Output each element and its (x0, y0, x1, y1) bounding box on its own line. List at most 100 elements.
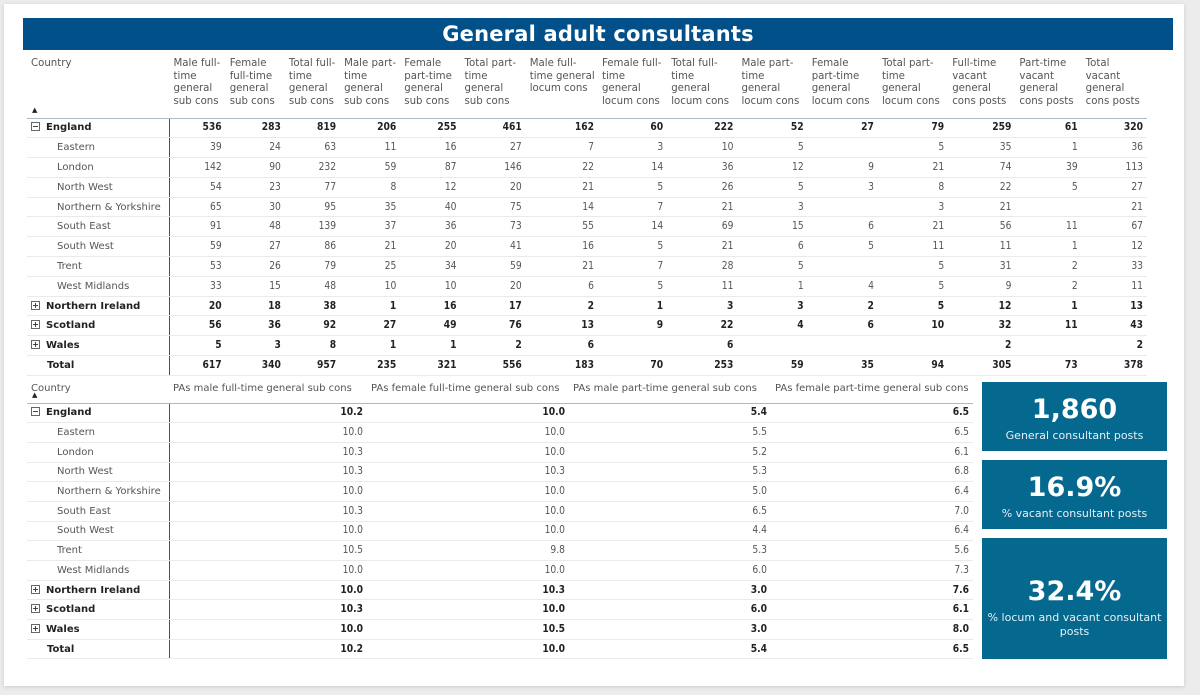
table-row-trent: Trent 53 26 79 25 34 59 21 7 28 5 5 31 2 33 (27, 256, 1147, 277)
column-header-female-part-time-general-sub-cons[interactable]: Female part-time general sub cons (400, 56, 461, 119)
cell-value: 3 (807, 177, 878, 198)
cell-value: 27 (1081, 177, 1147, 198)
column-header-female-full-time-general-locum-cons[interactable]: Female full-time general locum cons (597, 56, 668, 119)
column-header-male-full-time-general-sub-cons[interactable]: Male full-time general sub cons (169, 56, 226, 119)
column-header-total-part-time-general-locum-cons[interactable]: Total part-time general locum cons (877, 56, 949, 119)
cell-value: 4 (737, 315, 808, 337)
column-header-male-part-time-general-locum-cons[interactable]: Male part-time general locum cons (737, 56, 808, 119)
column-header-country[interactable]: Country (27, 56, 170, 119)
table-row-eastern: Eastern 39 24 63 11 16 27 7 3 10 5 5 35 1 36 (27, 137, 1147, 159)
expand-icon[interactable] (31, 320, 40, 330)
cell-value: 321 (400, 355, 461, 376)
column-header-total-full-time-general-sub-cons[interactable]: Total full-time general sub cons (284, 56, 341, 119)
row-header: South East (27, 501, 170, 522)
column-header-pas-male-full-time-general-sub-cons[interactable]: PAs male full-time general sub cons (169, 381, 367, 404)
cell-value: 283 (225, 118, 285, 139)
row-label: North West (57, 466, 113, 478)
cell-value: 5 (597, 236, 668, 258)
column-header-part-time-vacant-general-cons-posts[interactable]: Part-time vacant general cons posts (1015, 56, 1082, 119)
kpi-value: 16.9% (1027, 472, 1122, 503)
cell-value: 41 (460, 236, 526, 258)
cell-value: 59 (169, 236, 226, 258)
column-header-total-full-time-general-locum-cons[interactable]: Total full-time general locum cons (667, 56, 738, 119)
cell-value: 556 (460, 355, 526, 376)
cell-value: 536 (169, 118, 226, 139)
cell-value: 6.8 (771, 462, 973, 483)
table-row-england: England 536 283 819 206 255 461 162 60 222 52 27 79 2… (27, 118, 1147, 139)
column-header-male-part-time-general-sub-cons[interactable]: Male part-time general sub cons (340, 56, 401, 119)
cell-value: 5.5 (569, 422, 771, 443)
cell-value: 3.0 (569, 580, 771, 601)
cell-value: 10 (877, 315, 949, 337)
cell-value: 10.0 (367, 599, 569, 621)
cell-value: 5.4 (569, 403, 771, 424)
cell-value: 5 (877, 276, 949, 297)
collapse-icon[interactable] (31, 122, 40, 132)
column-header-female-full-time-general-sub-cons[interactable]: Female full-time general sub cons (225, 56, 285, 119)
cell-value: 13 (1081, 296, 1147, 317)
column-header-total-part-time-general-sub-cons[interactable]: Total part-time general sub cons (460, 56, 526, 119)
row-header: Trent (27, 256, 170, 277)
cell-value: 10.0 (169, 521, 367, 542)
sort-ascending-icon[interactable]: ▲ (32, 106, 37, 114)
cell-value: 9.8 (367, 540, 569, 561)
cell-value: 10.0 (367, 481, 569, 502)
cell-value: 3 (225, 335, 285, 357)
row-label: London (57, 446, 94, 458)
column-header-pas-male-part-time-general-sub-cons[interactable]: PAs male part-time general sub cons (569, 381, 771, 404)
expand-icon[interactable] (31, 300, 40, 310)
cell-value: 7 (597, 197, 668, 218)
cell-value: 10.2 (169, 403, 367, 424)
cell-value: 3 (737, 197, 808, 218)
column-header-full-time-vacant-general-cons-posts[interactable]: Full-time vacant general cons posts (948, 56, 1016, 119)
cell-value: 33 (1081, 256, 1147, 277)
row-header: Trent (27, 540, 170, 561)
row-header: West Midlands (27, 560, 170, 581)
cell-value: 11 (1015, 315, 1082, 337)
sort-ascending-icon[interactable]: ▲ (32, 391, 37, 399)
cell-value: 5.4 (569, 639, 771, 660)
cell-value: 5.3 (569, 540, 771, 561)
cell-value: 5 (807, 236, 878, 258)
cell-value: 6.5 (569, 501, 771, 522)
cell-value: 5 (597, 276, 668, 297)
expand-icon[interactable] (31, 584, 40, 594)
cell-value (807, 197, 878, 218)
kpi-value: 1,860 (1031, 394, 1118, 425)
cell-value: 21 (340, 236, 401, 258)
collapse-icon[interactable] (31, 407, 40, 417)
cell-value: 22 (667, 315, 738, 337)
cell-value: 10.3 (367, 580, 569, 601)
cell-value: 4.4 (569, 521, 771, 542)
cell-value: 6.5 (771, 639, 973, 660)
cell-value: 232 (284, 157, 341, 178)
cell-value: 61 (1015, 118, 1082, 139)
row-header: Scotland (27, 599, 170, 621)
column-header-pas-female-part-time-general-sub-cons[interactable]: PAs female part-time general sub cons (771, 381, 973, 404)
cell-value: 10.5 (367, 619, 569, 640)
cell-value: 3 (667, 296, 738, 317)
cell-value: 5 (737, 256, 808, 277)
column-header-pas-female-full-time-general-sub-cons[interactable]: PAs female full-time general sub cons (367, 381, 569, 404)
cell-value: 8 (877, 177, 949, 198)
column-header-female-part-time-general-locum-cons[interactable]: Female part-time general locum cons (807, 56, 878, 119)
expand-icon[interactable] (31, 604, 40, 614)
cell-value: 617 (169, 355, 226, 376)
table-row-london: London 10.3 10.0 5.2 6.1 (27, 442, 973, 463)
row-header: England (27, 118, 170, 139)
cell-value: 139 (284, 216, 341, 238)
row-label: Scotland (46, 320, 96, 332)
column-header-total-vacant-general-cons-posts[interactable]: Total vacant general cons posts (1081, 56, 1147, 119)
cell-value: 13 (525, 315, 598, 337)
cell-value: 1 (340, 296, 401, 317)
column-header-country[interactable]: Country (27, 381, 169, 404)
cell-value: 6.1 (771, 442, 973, 463)
expand-icon[interactable] (31, 340, 40, 350)
cell-value: 162 (525, 118, 598, 139)
cell-value: 38 (284, 296, 341, 317)
cell-value: 10.3 (367, 462, 569, 483)
column-header-male-full-time-general-locum-cons[interactable]: Male full-time general locum cons (525, 56, 598, 119)
cell-value: 11 (877, 236, 949, 258)
expand-icon[interactable] (31, 623, 40, 633)
cell-value: 95 (284, 197, 341, 218)
